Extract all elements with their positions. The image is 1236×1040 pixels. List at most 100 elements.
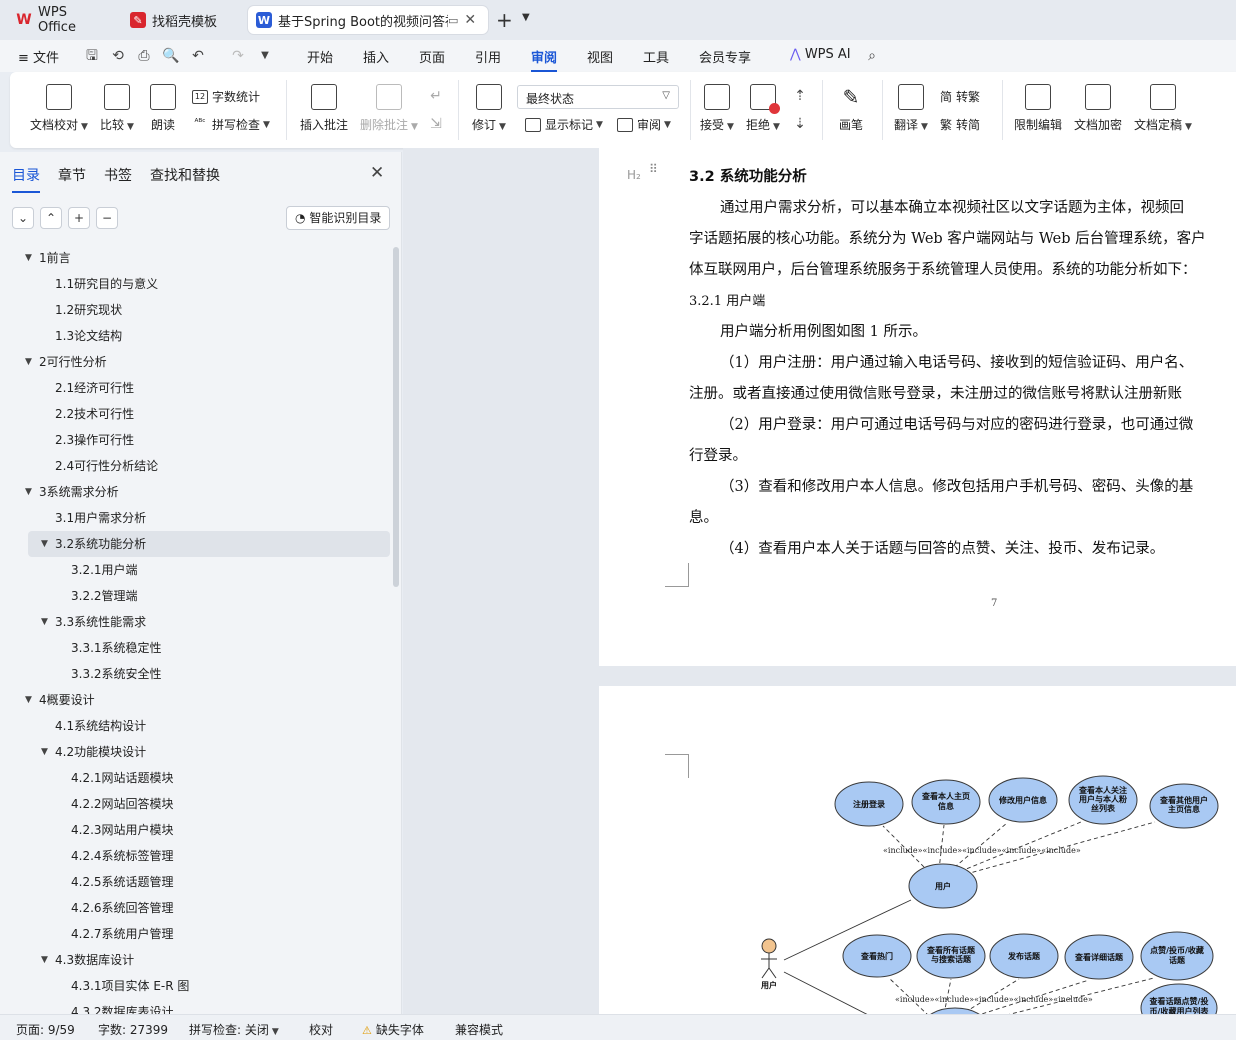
toc-item[interactable]: 2.3操作可行性: [0, 427, 392, 453]
add-heading-button[interactable]: +: [68, 207, 90, 229]
print-preview-icon[interactable]: 🔍: [162, 48, 179, 64]
toc-item[interactable]: 3.3.1系统稳定性: [0, 635, 392, 661]
search-icon[interactable]: ⌕: [864, 48, 880, 64]
toc-item[interactable]: 3.1用户需求分析: [0, 505, 392, 531]
expand-arrow-icon[interactable]: ▼: [25, 245, 32, 271]
review-pane-button[interactable]: 审阅 ▼: [617, 116, 671, 133]
restrict-edit-button[interactable]: 限制编辑: [1014, 84, 1062, 133]
expand-arrow-icon[interactable]: ▼: [41, 947, 48, 973]
tab-toc[interactable]: 目录: [12, 165, 40, 193]
word-count-button[interactable]: 12 字数统计: [192, 88, 260, 105]
toc-item[interactable]: ▼ 3.2系统功能分析: [28, 531, 390, 557]
drag-handle-icon[interactable]: ⠿: [649, 163, 659, 175]
toc-item[interactable]: 4.2.3网站用户模块: [0, 817, 392, 843]
toc-item[interactable]: ▼ 3.3系统性能需求: [0, 609, 392, 635]
expand-arrow-icon[interactable]: ▼: [25, 479, 32, 505]
new-tab-button[interactable]: +: [496, 8, 513, 32]
toc-item[interactable]: 4.2.6系统回答管理: [0, 895, 392, 921]
tab-docer-templates[interactable]: ✎ 找稻壳模板: [122, 6, 242, 34]
page-indicator[interactable]: 页面: 9/59: [16, 1021, 75, 1038]
finalize-button[interactable]: 文档定稿 ▼: [1134, 84, 1192, 133]
doc-check-button[interactable]: 文档校对 ▼: [30, 84, 88, 133]
toc-item[interactable]: 1.3论文结构: [0, 323, 392, 349]
toc-item[interactable]: 3.3.2系统安全性: [0, 661, 392, 687]
to-simplified-button[interactable]: 繁转简: [940, 116, 980, 133]
redo-icon[interactable]: ↷: [230, 48, 246, 64]
tab-bookmarks[interactable]: 书签: [104, 165, 132, 185]
toc-item[interactable]: ▼ 4.2功能模块设计: [0, 739, 392, 765]
menu-item-tools[interactable]: 工具: [643, 47, 669, 66]
save-icon[interactable]: 🖫: [84, 48, 100, 64]
previous-comment-icon[interactable]: ↵: [428, 88, 444, 104]
menu-item-start[interactable]: 开始: [307, 47, 333, 66]
chevron-down-icon[interactable]: ▼: [257, 48, 273, 64]
toc-item[interactable]: ▼ 4概要设计: [0, 687, 392, 713]
insert-comment-button[interactable]: 插入批注: [300, 84, 348, 133]
close-icon[interactable]: ✕: [370, 163, 384, 183]
expand-up-button[interactable]: ⌃: [40, 207, 62, 229]
show-markup-button[interactable]: 显示标记 ▼: [525, 116, 603, 133]
accept-button[interactable]: 接受 ▼: [700, 84, 734, 133]
read-aloud-button[interactable]: 朗读: [150, 84, 176, 133]
menu-item-member[interactable]: 会员专享: [699, 47, 751, 66]
missing-font-button[interactable]: ⚠ 缺失字体: [362, 1021, 424, 1038]
spell-check-button[interactable]: ᴬᴮᶜ 拼写检查 ▼: [192, 116, 270, 133]
markup-status-select[interactable]: 最终状态 ▽: [517, 85, 679, 109]
toc-item[interactable]: ▼ 2可行性分析: [0, 349, 392, 375]
tab-wps-office[interactable]: W WPS Office: [8, 5, 116, 35]
next-comment-icon[interactable]: ⇲: [428, 116, 444, 132]
file-menu[interactable]: ≡ 文件: [18, 47, 59, 66]
delete-comment-button[interactable]: 删除批注 ▼: [360, 84, 418, 133]
track-changes-button[interactable]: 修订 ▼: [472, 84, 506, 133]
toc-scrollbar[interactable]: [393, 247, 399, 587]
proof-button[interactable]: 校对: [309, 1021, 333, 1038]
undo-icon[interactable]: ↶: [190, 48, 206, 64]
toc-item[interactable]: 1.2研究现状: [0, 297, 392, 323]
toc-item[interactable]: 4.2.7系统用户管理: [0, 921, 392, 947]
toc-item[interactable]: 4.2.2网站回答模块: [0, 791, 392, 817]
toc-item[interactable]: 1.1研究目的与意义: [0, 271, 392, 297]
word-count-indicator[interactable]: 字数: 27399: [98, 1021, 168, 1038]
tab-find-replace[interactable]: 查找和替换: [150, 165, 220, 185]
expand-arrow-icon[interactable]: ▼: [25, 687, 32, 713]
toc-item[interactable]: 4.2.5系统话题管理: [0, 869, 392, 895]
encrypt-button[interactable]: 文档加密: [1074, 84, 1122, 133]
toc-item[interactable]: ▼ 3系统需求分析: [0, 479, 392, 505]
share-icon[interactable]: ⟲: [110, 48, 126, 64]
toc-item[interactable]: ▼ 4.3数据库设计: [0, 947, 392, 973]
toc-item[interactable]: 4.1系统结构设计: [0, 713, 392, 739]
expand-arrow-icon[interactable]: ▼: [41, 739, 48, 765]
toc-item[interactable]: 2.1经济可行性: [0, 375, 392, 401]
toc-item[interactable]: ▼ 1前言: [0, 245, 392, 271]
tab-document[interactable]: W 基于Spring Boot的视频问答社 ▭ ✕: [248, 6, 488, 34]
reject-button[interactable]: 拒绝 ▼: [746, 84, 780, 133]
spell-check-status[interactable]: 拼写检查: 关闭 ▼: [189, 1021, 279, 1038]
toc-item[interactable]: 4.2.4系统标签管理: [0, 843, 392, 869]
remove-heading-button[interactable]: −: [96, 207, 118, 229]
toc-item[interactable]: 3.2.2管理端: [0, 583, 392, 609]
chevron-down-icon[interactable]: ▼: [522, 12, 530, 23]
screen-icon[interactable]: ▭: [448, 14, 458, 27]
menu-item-review[interactable]: 审阅: [531, 47, 558, 72]
toc-item[interactable]: 4.3.1项目实体 E-R 图: [0, 973, 392, 999]
expand-arrow-icon[interactable]: ▼: [41, 609, 48, 635]
print-icon[interactable]: ⎙: [136, 48, 152, 64]
expand-arrow-icon[interactable]: ▼: [41, 531, 48, 557]
tab-chapters[interactable]: 章节: [58, 165, 86, 185]
menu-item-view[interactable]: 视图: [587, 47, 613, 66]
wps-ai-button[interactable]: ⋀ WPS AI: [790, 47, 851, 62]
toc-item[interactable]: 4.2.1网站话题模块: [0, 765, 392, 791]
close-icon[interactable]: ✕: [464, 12, 476, 28]
translate-button[interactable]: 翻译 ▼: [894, 84, 928, 133]
compare-button[interactable]: 比较 ▼: [100, 84, 134, 133]
to-traditional-button[interactable]: 简转繁: [940, 88, 980, 105]
expand-arrow-icon[interactable]: ▼: [25, 349, 32, 375]
menu-item-insert[interactable]: 插入: [363, 47, 389, 66]
previous-change-icon[interactable]: ⇡: [792, 88, 808, 104]
next-change-icon[interactable]: ⇣: [792, 116, 808, 132]
menu-item-page[interactable]: 页面: [419, 47, 445, 66]
toc-item[interactable]: 3.2.1用户端: [0, 557, 392, 583]
pen-button[interactable]: ✎ 画笔: [838, 84, 864, 133]
smart-toc-button[interactable]: ◔ 智能识别目录: [286, 206, 391, 230]
menu-item-references[interactable]: 引用: [475, 47, 501, 66]
